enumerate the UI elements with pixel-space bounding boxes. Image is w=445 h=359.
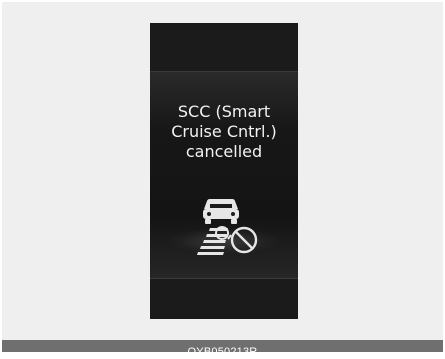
- prohibited-icon: [230, 226, 258, 254]
- scc-cancelled-message: SCC (Smart Cruise Cntrl.) cancelled: [150, 102, 298, 162]
- figure-panel: SCC (Smart Cruise Cntrl.) cancelled: [2, 2, 443, 342]
- figure-code: OYB050213R: [187, 346, 258, 358]
- figure-caption-bar: OYB050213R: [2, 340, 443, 358]
- scc-cancelled-icon: [197, 198, 258, 255]
- message-line-2: Cruise Cntrl.): [171, 122, 277, 141]
- cluster-display: SCC (Smart Cruise Cntrl.) cancelled: [150, 23, 298, 319]
- distance-bars-icon: [197, 228, 228, 255]
- message-line-3: cancelled: [185, 142, 263, 161]
- message-line-1: SCC (Smart: [177, 102, 271, 121]
- car-icon: [203, 198, 239, 224]
